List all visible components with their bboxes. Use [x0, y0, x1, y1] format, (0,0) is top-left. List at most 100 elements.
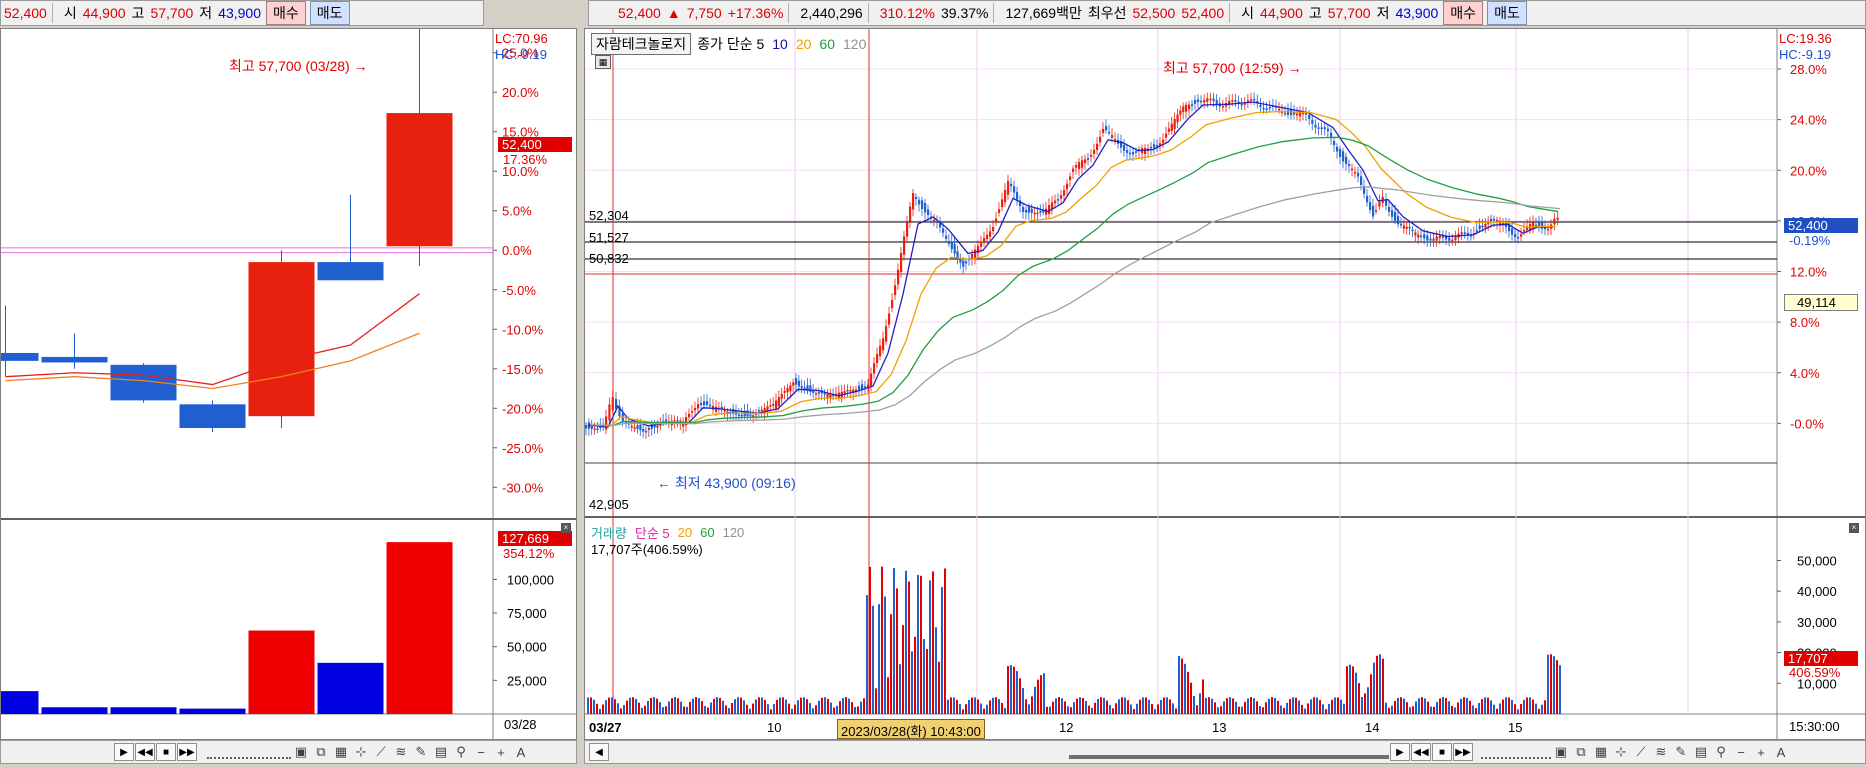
- right-candle: [1111, 135, 1114, 138]
- right-scroll-thumb[interactable]: [1069, 755, 1389, 759]
- right-volume-bar: [1550, 654, 1552, 714]
- fast-forward-icon[interactable]: ▶▶: [177, 743, 197, 761]
- trend-line-icon[interactable]: ⟋: [1631, 743, 1651, 761]
- right-volume-bar: [803, 697, 805, 714]
- fast-forward-icon[interactable]: ▶▶: [1453, 743, 1473, 761]
- right-volume-bar: [1454, 707, 1456, 714]
- right-candle: [1191, 104, 1194, 106]
- left-open-label: 시: [63, 5, 77, 21]
- right-volume-bar: [683, 706, 685, 714]
- right-candle: [1048, 205, 1051, 214]
- zoom-in-icon[interactable]: +: [1751, 743, 1771, 761]
- grid-icon[interactable]: ▦: [331, 743, 351, 761]
- right-volume-bar: [1394, 701, 1396, 714]
- zoom-icon[interactable]: ⚲: [451, 743, 471, 761]
- right-candle: [909, 206, 912, 222]
- right-volume-bar: [878, 604, 880, 714]
- left-scroll-track[interactable]: [207, 745, 291, 759]
- crosshair-icon[interactable]: ⊹: [351, 743, 371, 761]
- right-volume-bar: [1271, 697, 1273, 714]
- layout-icon[interactable]: ▣: [1551, 743, 1571, 761]
- window-icon[interactable]: ⧉: [1571, 743, 1591, 761]
- right-volume-bar: [989, 700, 991, 714]
- layout-icon[interactable]: ▣: [291, 743, 311, 761]
- pen-icon[interactable]: ✎: [1671, 743, 1691, 761]
- right-volume-bar: [644, 705, 646, 714]
- right-volume-bar: [1250, 697, 1252, 714]
- right-volume-bar: [1001, 702, 1003, 714]
- right-scroll-track[interactable]: [609, 745, 1069, 759]
- right-volume-bar: [1172, 703, 1174, 714]
- pen-icon[interactable]: ✎: [411, 743, 431, 761]
- rewind-icon[interactable]: ◀◀: [135, 743, 155, 761]
- scroll-left-icon[interactable]: ◀: [589, 743, 609, 761]
- calculator-icon[interactable]: ▦: [595, 55, 611, 69]
- right-volume-bar: [1244, 701, 1246, 714]
- right-candle: [1354, 172, 1357, 174]
- fib-icon[interactable]: ≋: [391, 743, 411, 761]
- right-volume-bar: [1052, 701, 1054, 714]
- right-candle: [1432, 238, 1435, 241]
- zoom-out-icon[interactable]: −: [471, 743, 491, 761]
- left-buy-button[interactable]: 매수: [265, 1, 306, 25]
- right-volume-bar: [968, 699, 970, 714]
- play-icon[interactable]: ▶: [1390, 743, 1410, 761]
- window-icon[interactable]: ⧉: [311, 743, 331, 761]
- right-candle: [829, 394, 832, 398]
- right-volume-bar: [866, 595, 868, 714]
- right-candle: [723, 410, 726, 412]
- grid-icon[interactable]: ▦: [1591, 743, 1611, 761]
- crosshair-icon[interactable]: ⊹: [1611, 743, 1631, 761]
- right-volume-bar: [1043, 673, 1045, 714]
- text-tool-icon[interactable]: A: [511, 743, 531, 761]
- right-volume-bar: [755, 699, 757, 714]
- right-hc-label: HC:-9.19: [1779, 47, 1832, 62]
- right-volume-bar: [1031, 696, 1033, 714]
- right-volume-bar: [1151, 703, 1153, 714]
- right-chart-panel[interactable]: 28.0%24.0%20.0%16.0%12.0%8.0%4.0%-0.0%50…: [584, 28, 1866, 740]
- right-volume-bar: [1100, 697, 1102, 714]
- right-volume-bar: [737, 697, 739, 714]
- rewind-icon[interactable]: ◀◀: [1411, 743, 1431, 761]
- zoom-out-icon[interactable]: −: [1731, 743, 1751, 761]
- stop-icon[interactable]: ■: [1432, 743, 1452, 761]
- right-volume-bar: [932, 571, 934, 714]
- left-volume-bar: [386, 542, 453, 714]
- right-buy-button[interactable]: 매수: [1443, 1, 1484, 25]
- right-volume-bar: [635, 698, 637, 714]
- right-vol-close-icon[interactable]: ×: [1849, 523, 1859, 533]
- fib-icon[interactable]: ≋: [1651, 743, 1671, 761]
- right-candle: [1069, 176, 1072, 181]
- save-icon[interactable]: ▤: [1691, 743, 1711, 761]
- zoom-icon[interactable]: ⚲: [1711, 743, 1731, 761]
- right-candle: [1197, 99, 1200, 102]
- play-icon[interactable]: ▶: [114, 743, 134, 761]
- left-sell-button[interactable]: 매도: [309, 1, 350, 25]
- right-candle: [947, 240, 951, 244]
- right-candle: [1162, 139, 1165, 143]
- right-low: 43,900: [1395, 5, 1439, 21]
- zoom-in-icon[interactable]: +: [491, 743, 511, 761]
- left-chart-panel[interactable]: 25.0% 20.0% 15.0% 10.0% 5.0% 0.0% -5.0% -10.0% -…: [0, 28, 577, 740]
- right-zoom-track[interactable]: [1481, 745, 1551, 759]
- right-volume-bar: [1334, 697, 1336, 714]
- right-candle: [639, 424, 642, 431]
- left-volume-bar: [1, 691, 39, 714]
- right-volume-bar: [716, 697, 718, 714]
- text-tool-icon[interactable]: A: [1771, 743, 1791, 761]
- left-chart-svg[interactable]: 25.0%20.0%15.0%10.0%5.0%0.0%-5.0%-10.0%-…: [1, 29, 576, 739]
- stop-icon[interactable]: ■: [156, 743, 176, 761]
- right-volume-bar: [1187, 671, 1189, 714]
- save-icon[interactable]: ▤: [431, 743, 451, 761]
- left-vol-close-icon[interactable]: ×: [561, 523, 571, 533]
- right-volume-bar: [1442, 697, 1444, 714]
- left-high: 57,700: [150, 5, 194, 21]
- trend-line-icon[interactable]: ⟋: [371, 743, 391, 761]
- right-volume-bar: [1085, 701, 1087, 714]
- right-sell-button[interactable]: 매도: [1487, 1, 1527, 25]
- right-candle: [1348, 164, 1351, 167]
- right-candle: [1135, 151, 1138, 153]
- stock-name-tag[interactable]: 자람테크놀로지: [591, 33, 692, 55]
- right-chart-svg[interactable]: 28.0%24.0%20.0%16.0%12.0%8.0%4.0%-0.0%50…: [585, 29, 1865, 739]
- right-candle: [826, 393, 829, 398]
